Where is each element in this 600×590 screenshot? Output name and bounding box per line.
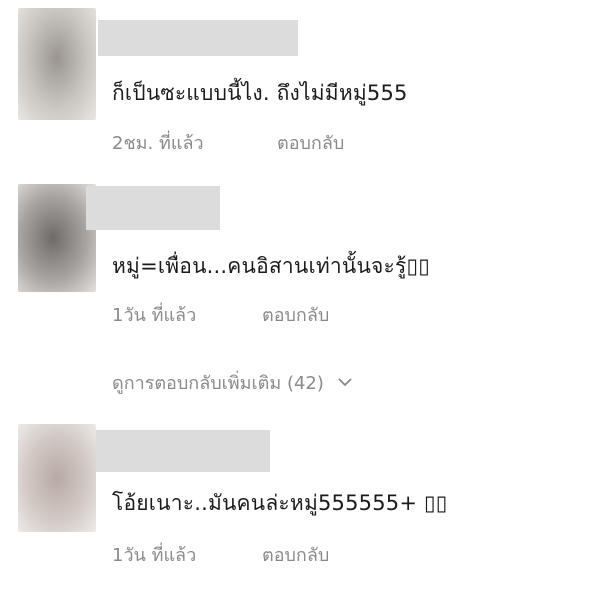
chevron-down-icon [338,378,352,387]
comment-time: 2ชม. ที่แล้ว [112,133,204,154]
avatar[interactable] [18,8,96,120]
comment-item: หมู่=เพื่อน...คนอิสานเท่านั้นจะรู้▯▯ 1วั… [0,180,600,420]
comment-time: 1วัน ที่แล้ว [112,545,197,566]
comment-item: โอ้ยเนาะ..มันคนล่ะหมู่555555+ ▯▯ 1วัน ที… [0,420,600,590]
comment-item: ก็เป็นซะแบบนี้ไง. ถึงไม่มีหมู่555 2ชม. ท… [0,0,600,190]
view-more-replies-button[interactable]: ดูการตอบกลับเพิ่มเติม (42) [112,368,352,397]
avatar[interactable] [18,184,96,292]
reply-button[interactable]: ตอบกลับ [277,128,344,157]
username-redacted[interactable] [86,186,220,230]
reply-button[interactable]: ตอบกลับ [262,540,329,569]
comment-text: ก็เป็นซะแบบนี้ไง. ถึงไม่มีหมู่555 [112,81,408,105]
view-more-replies-label: ดูการตอบกลับเพิ่มเติม (42) [112,373,324,394]
username-redacted[interactable] [96,430,270,472]
avatar[interactable] [18,424,96,532]
comment-text: โอ้ยเนาะ..มันคนล่ะหมู่555555+ ▯▯ [112,491,448,515]
comment-time: 1วัน ที่แล้ว [112,305,197,326]
reply-button[interactable]: ตอบกลับ [262,300,329,329]
comment-text: หมู่=เพื่อน...คนอิสานเท่านั้นจะรู้▯▯ [112,254,430,278]
username-redacted[interactable] [98,20,298,56]
